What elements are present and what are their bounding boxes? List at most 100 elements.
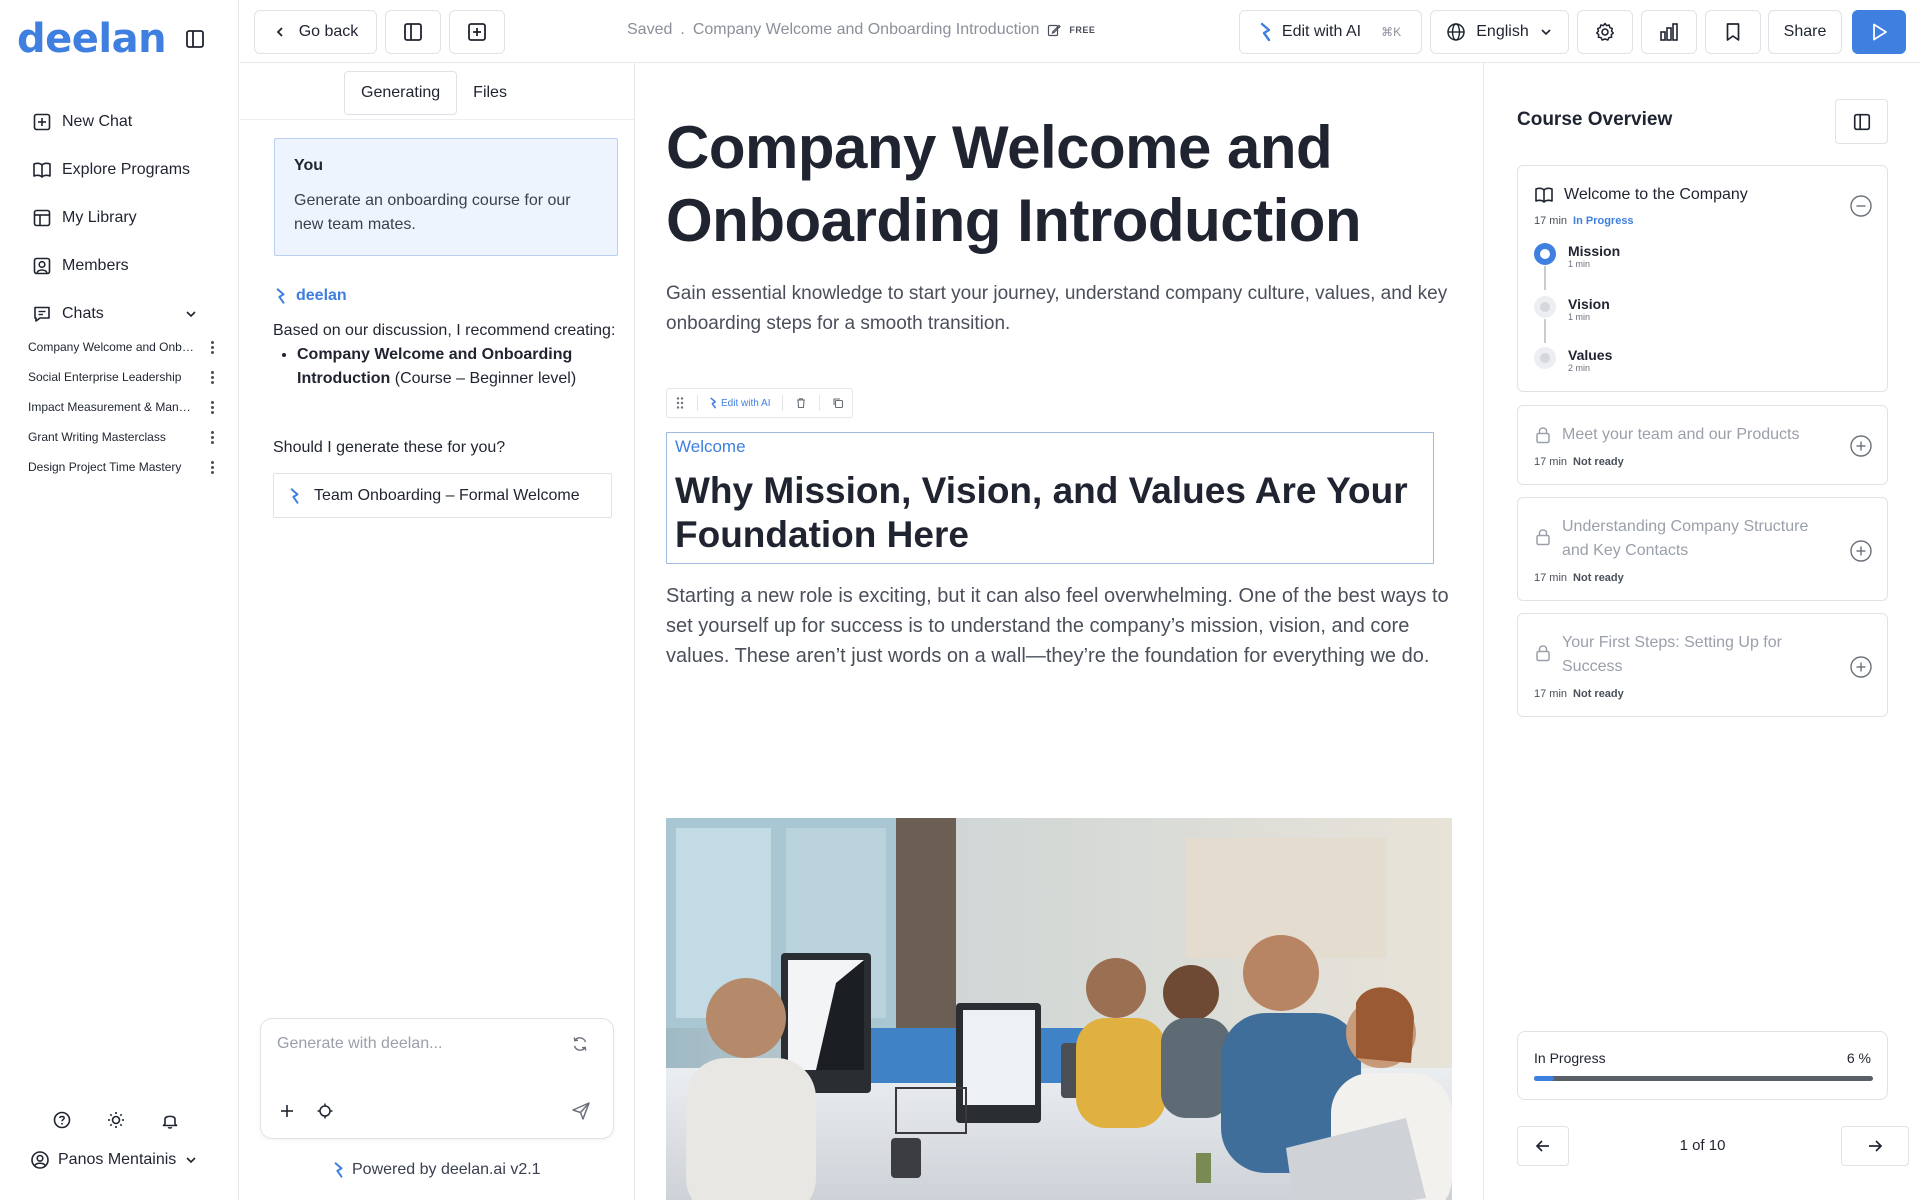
tabs-divider	[240, 119, 635, 120]
collapse-overview-button[interactable]	[1835, 99, 1888, 144]
panel-left-icon	[1852, 112, 1872, 132]
lesson-item[interactable]: Values 2 min	[1534, 347, 1612, 373]
section-heading[interactable]: Why Mission, Vision, and Values Are Your…	[675, 469, 1425, 557]
plus-icon[interactable]	[278, 1102, 296, 1120]
chat-history-label: Social Enterprise Leadership	[28, 370, 182, 384]
drag-handle-icon[interactable]	[675, 396, 685, 410]
section-image[interactable]	[666, 818, 1452, 1200]
module-title: Your First Steps: Setting Up for Success	[1562, 634, 1782, 675]
chat-history-item[interactable]: Social Enterprise Leadership	[28, 362, 214, 392]
chat-history-item[interactable]: Grant Writing Masterclass	[28, 422, 214, 452]
plus-circle-icon[interactable]	[1849, 655, 1873, 679]
user-menu[interactable]: Panos Mentainis	[30, 1150, 198, 1170]
status-separator: .	[680, 21, 685, 38]
chat-history-item[interactable]: Impact Measurement & Management	[28, 392, 214, 422]
section-kicker[interactable]: Welcome	[675, 437, 1425, 457]
deelan-mark-icon	[276, 287, 286, 305]
suggestion-button[interactable]: Team Onboarding – Formal Welcome	[273, 473, 612, 518]
tab-generating[interactable]: Generating	[344, 71, 458, 115]
lock-icon	[1534, 527, 1552, 547]
target-icon[interactable]	[316, 1102, 334, 1120]
selected-content-block[interactable]: Welcome Why Mission, Vision, and Values …	[666, 432, 1434, 564]
saved-status: Saved	[627, 21, 673, 38]
settings-button[interactable]	[1577, 10, 1633, 54]
module-card[interactable]: Your First Steps: Setting Up for Success…	[1517, 613, 1888, 717]
page-title[interactable]: Company Welcome and Onboarding Introduct…	[666, 111, 1426, 257]
module-card[interactable]: Welcome to the Company 17 min In Progress…	[1517, 165, 1888, 392]
lesson-item[interactable]: Vision 1 min	[1534, 296, 1610, 322]
plus-circle-icon[interactable]	[1849, 434, 1873, 458]
go-back-button[interactable]: Go back	[254, 10, 377, 54]
assistant-question: Should I generate these for you?	[273, 439, 506, 456]
language-select[interactable]: English	[1430, 10, 1569, 54]
powered-by: Powered by deelan.ai v2.1	[334, 1161, 541, 1179]
module-card[interactable]: Understanding Company Structure and Key …	[1517, 497, 1888, 601]
nav-item-label: Chats	[62, 305, 104, 322]
module-duration: 17 min	[1534, 572, 1568, 584]
more-vertical-icon[interactable]	[210, 430, 214, 444]
lesson-connector	[1544, 266, 1546, 290]
module-header[interactable]: Your First Steps: Setting Up for Success	[1534, 631, 1834, 679]
user-square-icon	[32, 256, 62, 276]
chat-composer[interactable]: Generate with deelan...	[260, 1018, 614, 1139]
plus-square-icon	[32, 112, 62, 132]
tab-files[interactable]: Files	[457, 71, 523, 115]
trash-icon[interactable]	[795, 397, 807, 409]
nav-item-members[interactable]: Members	[20, 242, 220, 290]
share-label: Share	[1783, 23, 1827, 40]
new-page-button[interactable]	[449, 10, 505, 54]
panel-left-icon	[402, 21, 424, 43]
chevron-down-icon[interactable]	[184, 307, 208, 321]
module-header[interactable]: Understanding Company Structure and Key …	[1534, 515, 1834, 563]
nav-item-my-library[interactable]: My Library	[20, 194, 220, 242]
plus-circle-icon[interactable]	[1849, 539, 1873, 563]
module-header[interactable]: Meet your team and our Products	[1534, 423, 1834, 447]
course-progress: In Progress 6 %	[1517, 1031, 1888, 1100]
chat-bubble-icon	[32, 304, 62, 324]
bell-icon[interactable]	[160, 1110, 180, 1130]
chat-input[interactable]: Generate with deelan...	[277, 1035, 442, 1053]
chevron-down-icon	[184, 1153, 198, 1167]
section-paragraph[interactable]: Starting a new role is exciting, but it …	[666, 581, 1456, 671]
chat-history-item[interactable]: Company Welcome and Onboarding Introduct…	[28, 332, 214, 362]
edit-with-ai-button[interactable]: Edit with AI ⌘K	[1239, 10, 1422, 54]
document-title[interactable]: Company Welcome and Onboarding Introduct…	[693, 21, 1040, 39]
copy-icon[interactable]	[832, 397, 844, 409]
brand-logo[interactable]: deelan	[17, 16, 167, 62]
more-vertical-icon[interactable]	[210, 400, 214, 414]
module-status: Not ready	[1573, 456, 1624, 468]
more-vertical-icon[interactable]	[210, 370, 214, 384]
bar-chart-icon	[1658, 21, 1680, 43]
preview-play-button[interactable]	[1852, 10, 1906, 54]
lesson-item[interactable]: Mission 1 min	[1534, 243, 1620, 269]
nav-item-chats[interactable]: Chats	[20, 290, 220, 338]
document-status: Saved . Company Welcome and Onboarding I…	[627, 21, 1095, 39]
module-card[interactable]: Meet your team and our Products 17 min No…	[1517, 405, 1888, 485]
send-icon[interactable]	[570, 1100, 592, 1122]
toggle-panel-button[interactable]	[385, 10, 441, 54]
module-header[interactable]: Welcome to the Company	[1534, 183, 1834, 207]
nav-item-explore-programs[interactable]: Explore Programs	[20, 146, 220, 194]
module-duration: 17 min	[1534, 688, 1568, 700]
edit-title-icon[interactable]	[1047, 23, 1062, 37]
next-page-button[interactable]	[1841, 1126, 1909, 1166]
analytics-button[interactable]	[1641, 10, 1697, 54]
sun-icon[interactable]	[106, 1110, 126, 1130]
lesson-name: Mission	[1568, 243, 1621, 259]
more-vertical-icon[interactable]	[210, 460, 214, 474]
help-icon[interactable]	[52, 1110, 72, 1130]
share-button[interactable]: Share	[1768, 10, 1842, 54]
more-vertical-icon[interactable]	[210, 340, 214, 354]
refresh-icon[interactable]	[570, 1034, 590, 1054]
nav-item-new-chat[interactable]: New Chat	[20, 98, 220, 146]
main-nav: New Chat Explore Programs My Library Mem…	[20, 98, 220, 338]
chat-history-item[interactable]: Design Project Time Mastery	[28, 452, 214, 482]
page-subtitle[interactable]: Gain essential knowledge to start your j…	[666, 279, 1456, 339]
sidebar-toggle-icon[interactable]	[184, 28, 206, 50]
bookmark-button[interactable]	[1705, 10, 1761, 54]
minus-circle-icon[interactable]	[1849, 194, 1873, 218]
block-edit-with-ai-button[interactable]: Edit with AI	[710, 397, 770, 409]
language-label: English	[1476, 23, 1529, 40]
lesson-active-dot	[1534, 243, 1556, 265]
module-meta: 17 min Not ready	[1534, 688, 1624, 700]
